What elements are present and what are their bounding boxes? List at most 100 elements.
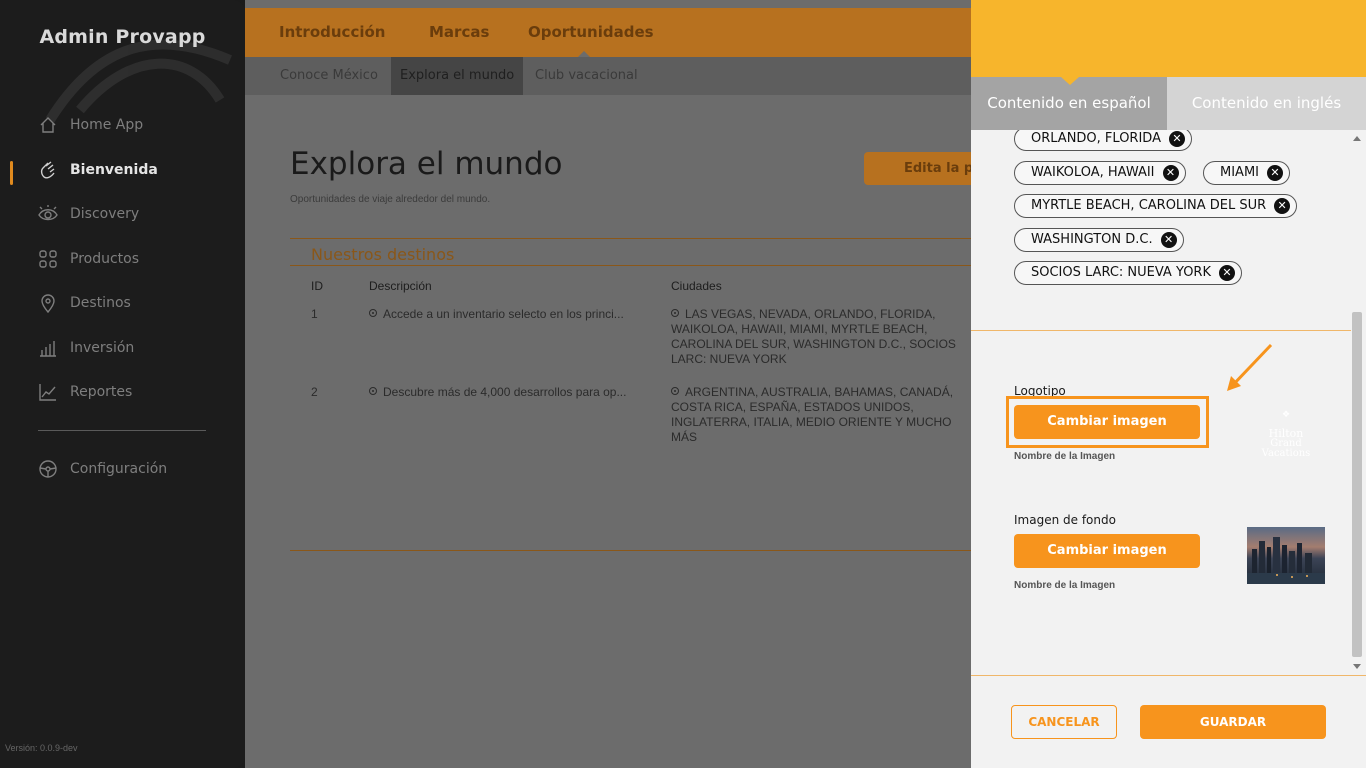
row-1-description[interactable]: Accede a un inventario selecto en los pr… (369, 307, 659, 322)
scroll-down-icon[interactable] (1353, 664, 1361, 669)
background-thumbnail (1247, 527, 1325, 584)
row-1-cities: LAS VEGAS, NEVADA, ORLANDO, FLORIDA, WAI… (671, 307, 969, 367)
city-chip: WASHINGTON D.C. ✕ (1014, 228, 1184, 252)
logo-filename: Nombre de la Imagen (1014, 451, 1116, 462)
steering-wheel-icon (39, 460, 57, 478)
radio-icon (369, 387, 377, 395)
edit-panel: Contenido en español Contenido en inglés… (971, 0, 1366, 768)
section-divider (290, 265, 971, 266)
sidebar-item-home-app[interactable]: Home App (38, 113, 143, 137)
sidebar-item-label: Destinos (70, 295, 131, 311)
city-skyline-icon (1247, 537, 1325, 584)
cancel-button[interactable]: CANCELAR (1011, 705, 1117, 739)
grid-icon (39, 250, 57, 268)
change-logo-button[interactable]: Cambiar imagen (1014, 405, 1200, 439)
sub-nav: Conoce México Explora el mundo Club vaca… (245, 57, 971, 95)
main-content: Introducción Marcas Oportunidades Conoce… (245, 0, 971, 768)
eye-icon (38, 205, 58, 221)
logo-emblem-icon: ❖ (1281, 410, 1291, 420)
footer-divider (971, 675, 1366, 676)
sidebar-item-label: Reportes (70, 384, 133, 400)
panel-scrollbar[interactable] (1351, 130, 1363, 675)
city-chip: ORLANDO, FLORIDA ✕ (1014, 130, 1192, 151)
sidebar-item-configuracion[interactable]: Configuración (38, 457, 167, 481)
chip-label: MYRTLE BEACH, CAROLINA DEL SUR (1031, 198, 1267, 213)
arrow-annotation-icon (1227, 343, 1273, 391)
wave-hand-icon (40, 161, 55, 179)
table-bottom-divider (290, 550, 971, 551)
active-tab-caret (1061, 77, 1079, 85)
version-label: Versión: 0.0.9-dev (5, 743, 78, 753)
sidebar-item-productos[interactable]: Productos (38, 247, 139, 271)
chip-label: MIAMI (1220, 165, 1259, 180)
tab-oportunidades[interactable]: Oportunidades (528, 23, 654, 41)
remove-chip-icon[interactable]: ✕ (1160, 232, 1177, 248)
remove-chip-icon[interactable]: ✕ (1162, 165, 1179, 181)
row-2-cities-text: ARGENTINA, AUSTRALIA, BAHAMAS, CANADÁ, C… (671, 385, 954, 444)
remove-chip-icon[interactable]: ✕ (1218, 265, 1235, 281)
active-indicator (10, 161, 13, 185)
top-nav: Introducción Marcas Oportunidades (245, 8, 971, 58)
remove-chip-icon[interactable]: ✕ (1168, 131, 1185, 147)
section-title: Nuestros destinos (311, 245, 455, 264)
brand-title: Admin Provapp (39, 26, 206, 48)
radio-icon (369, 309, 377, 317)
background-filename: Nombre de la Imagen (1014, 580, 1116, 591)
column-header-descripcion: Descripción (369, 279, 432, 293)
scrollbar-thumb[interactable] (1352, 312, 1362, 657)
sidebar-item-bienvenida[interactable]: Bienvenida (38, 158, 158, 182)
panel-scroll-area[interactable]: ORLANDO, FLORIDA ✕ WAIKOLOA, HAWAII ✕ MIAM… (971, 130, 1366, 675)
sidebar-item-label: Configuración (70, 461, 168, 477)
sidebar: Admin Provapp Home App Bienvenida Discov… (0, 0, 245, 768)
sidebar-item-reportes[interactable]: Reportes (38, 380, 132, 404)
sidebar-divider (38, 430, 206, 431)
sidebar-item-discovery[interactable]: Discovery (38, 202, 139, 226)
bar-chart-icon (40, 341, 56, 357)
scroll-up-icon[interactable] (1353, 136, 1361, 141)
tab-introduccion[interactable]: Introducción (279, 23, 385, 41)
city-chip: WAIKOLOA, HAWAII ✕ (1014, 161, 1186, 185)
remove-chip-icon[interactable]: ✕ (1267, 165, 1283, 181)
city-chip: MIAMI ✕ (1203, 161, 1290, 185)
column-header-ciudades: Ciudades (671, 279, 722, 293)
location-pin-icon (41, 294, 55, 313)
radio-icon (671, 309, 679, 317)
tab-marcas[interactable]: Marcas (429, 23, 489, 41)
background-label: Imagen de fondo (1014, 513, 1116, 527)
change-background-button[interactable]: Cambiar imagen (1014, 534, 1200, 568)
subtab-explora-el-mundo[interactable]: Explora el mundo (391, 57, 524, 95)
chip-label: WASHINGTON D.C. (1031, 232, 1153, 247)
sidebar-item-destinos[interactable]: Destinos (38, 291, 131, 315)
section-divider (971, 330, 1351, 331)
row-1-cities-text: LAS VEGAS, NEVADA, ORLANDO, FLORIDA, WAI… (671, 307, 956, 366)
save-button[interactable]: GUARDAR (1140, 705, 1326, 739)
row-1-description-text: Accede a un inventario selecto en los pr… (383, 307, 624, 321)
panel-header (971, 0, 1366, 77)
chip-label: ORLANDO, FLORIDA (1031, 131, 1161, 146)
sidebar-item-label: Discovery (70, 206, 140, 222)
subtab-club-vacacional[interactable]: Club vacacional (535, 57, 638, 95)
logo-line2: Grand Vacations (1261, 438, 1311, 459)
sidebar-item-label: Bienvenida (70, 162, 158, 178)
row-2-description-text: Descubre más de 4,000 desarrollos para o… (383, 385, 627, 399)
remove-chip-icon[interactable]: ✕ (1274, 198, 1291, 214)
row-2-description[interactable]: Descubre más de 4,000 desarrollos para o… (369, 385, 659, 400)
city-chip: MYRTLE BEACH, CAROLINA DEL SUR ✕ (1014, 194, 1298, 218)
city-chip: SOCIOS LARC: NUEVA YORK ✕ (1014, 261, 1242, 285)
page-title: Explora el mundo (290, 146, 563, 182)
column-header-id: ID (311, 279, 323, 293)
sidebar-item-label: Productos (70, 251, 140, 267)
tab-contenido-ingles[interactable]: Contenido en inglés (1167, 77, 1366, 130)
line-chart-icon (39, 384, 56, 401)
row-2-id: 2 (311, 385, 318, 399)
page-subtitle: Oportunidades de viaje alrededor del mun… (290, 194, 491, 205)
subtab-conoce-mexico[interactable]: Conoce México (280, 57, 378, 95)
chip-label: WAIKOLOA, HAWAII (1031, 165, 1155, 180)
logo-thumbnail: ❖ Hilton Grand Vacations (1246, 410, 1326, 459)
sidebar-item-label: Home App (70, 117, 144, 133)
language-tabs: Contenido en español Contenido en inglés (971, 77, 1366, 130)
sidebar-item-inversion[interactable]: Inversión (38, 336, 134, 360)
edit-button[interactable]: Edita la po (864, 152, 971, 185)
section-divider-top (290, 238, 971, 239)
sidebar-item-label: Inversión (70, 340, 135, 356)
